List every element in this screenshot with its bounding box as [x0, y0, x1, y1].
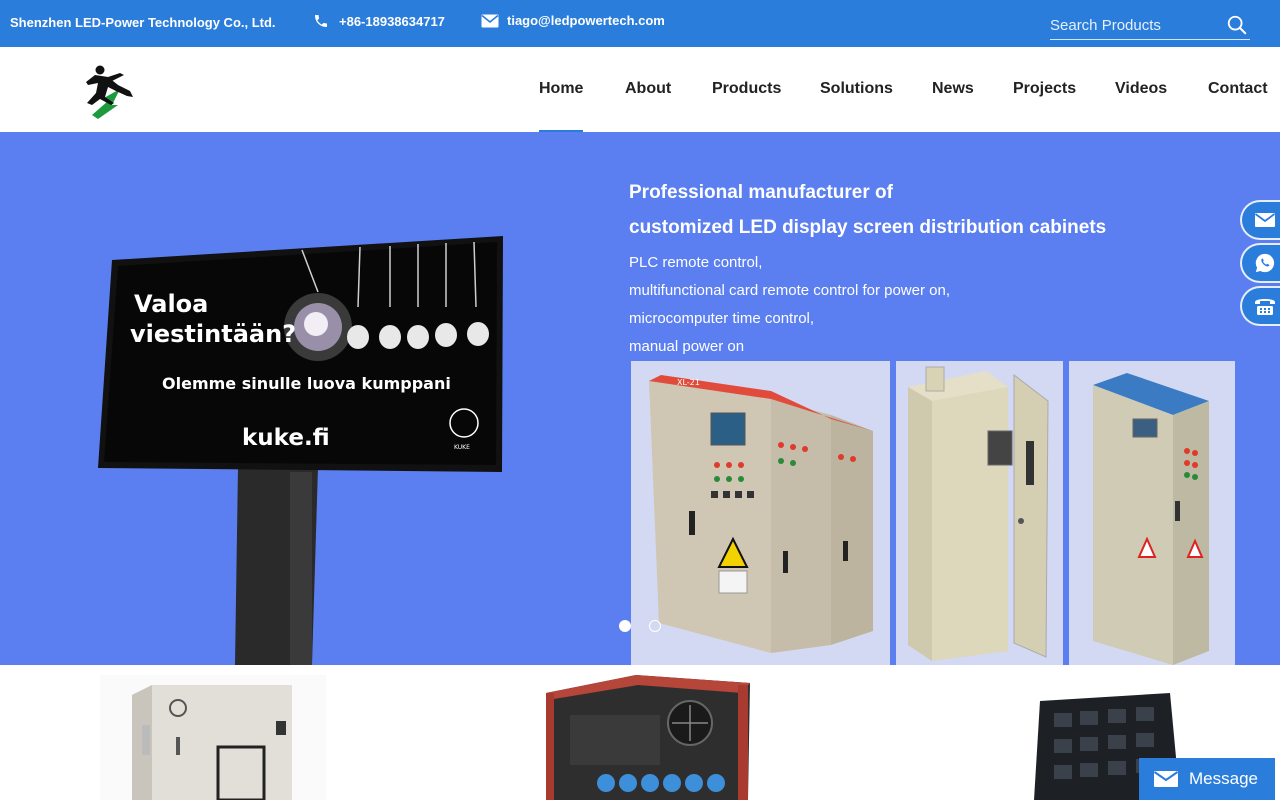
- billboard-headline-1: Valoa: [134, 290, 208, 318]
- envelope-icon: [1153, 771, 1179, 787]
- billboard-image: Valoa viestintään? Olemme sinulle luova …: [98, 236, 503, 665]
- hero-feature-1: PLC remote control,: [629, 254, 763, 271]
- nav-item-products[interactable]: Products: [712, 80, 781, 98]
- nav-item-projects[interactable]: Projects: [1013, 80, 1076, 98]
- product-image-1[interactable]: [100, 675, 326, 800]
- search-button[interactable]: [1226, 14, 1250, 38]
- search-input[interactable]: [1050, 14, 1220, 36]
- phone-number: +86-18938634717: [339, 13, 445, 29]
- side-whatsapp-button[interactable]: [1240, 243, 1280, 283]
- slider-dot-1[interactable]: [619, 620, 631, 632]
- phone-contact[interactable]: +86-18938634717: [313, 13, 445, 29]
- product-image-2[interactable]: [540, 675, 752, 800]
- top-bar: Shenzhen LED-Power Technology Co., Ltd. …: [0, 0, 1280, 47]
- company-logo[interactable]: [78, 63, 138, 121]
- nav-item-videos[interactable]: Videos: [1115, 80, 1167, 98]
- nav-item-about[interactable]: About: [625, 80, 671, 98]
- message-button[interactable]: Message: [1139, 758, 1275, 800]
- email-icon: [1254, 213, 1276, 227]
- company-name: Shenzhen LED-Power Technology Co., Ltd.: [10, 15, 276, 30]
- hero-feature-4: manual power on: [629, 338, 745, 355]
- billboard-badge: KUKE: [454, 444, 470, 451]
- slider-dots: [619, 620, 661, 632]
- cabinet-image-1: XL-21: [631, 361, 890, 665]
- hero-title-line-2: customized LED display screen distributi…: [629, 217, 1107, 238]
- hero-banner[interactable]: Valoa viestintään? Olemme sinulle luova …: [0, 132, 1280, 665]
- runner-logo-icon: [86, 65, 133, 119]
- cabinet-model-label: XL-21: [677, 378, 700, 387]
- envelope-icon: [481, 14, 499, 27]
- telephone-icon: [1255, 299, 1275, 315]
- nav-item-solutions[interactable]: Solutions: [820, 80, 893, 98]
- products-strip: [0, 665, 1280, 800]
- main-navbar: Home About Products Solutions News Proje…: [0, 47, 1280, 133]
- email-contact[interactable]: tiago@ledpowertech.com: [481, 13, 665, 28]
- hero-feature-2: multifunctional card remote control for …: [629, 282, 950, 299]
- whatsapp-icon: [1255, 253, 1275, 273]
- phone-icon: [315, 15, 327, 27]
- billboard-headline-2: viestintään?: [130, 320, 296, 348]
- billboard-site: kuke.fi: [242, 425, 330, 451]
- nav-item-home[interactable]: Home: [539, 80, 584, 133]
- cabinet-image-2: [896, 361, 1063, 665]
- hero-feature-3: microcomputer time control,: [629, 310, 815, 327]
- side-email-button[interactable]: [1240, 200, 1280, 240]
- message-button-label: Message: [1189, 769, 1258, 788]
- nav-item-news[interactable]: News: [932, 80, 974, 98]
- billboard-tagline: Olemme sinulle luova kumppani: [162, 374, 451, 393]
- nav-item-contact[interactable]: Contact: [1208, 80, 1268, 98]
- search-icon: [1227, 15, 1247, 35]
- search-box: [1050, 12, 1250, 40]
- hero-title-line-1: Professional manufacturer of: [629, 182, 893, 203]
- cabinet-image-3: [1069, 361, 1235, 665]
- page: Shenzhen LED-Power Technology Co., Ltd. …: [0, 0, 1280, 800]
- email-address: tiago@ledpowertech.com: [507, 13, 665, 28]
- side-telephone-button[interactable]: [1240, 286, 1280, 326]
- slider-dot-2[interactable]: [649, 620, 661, 632]
